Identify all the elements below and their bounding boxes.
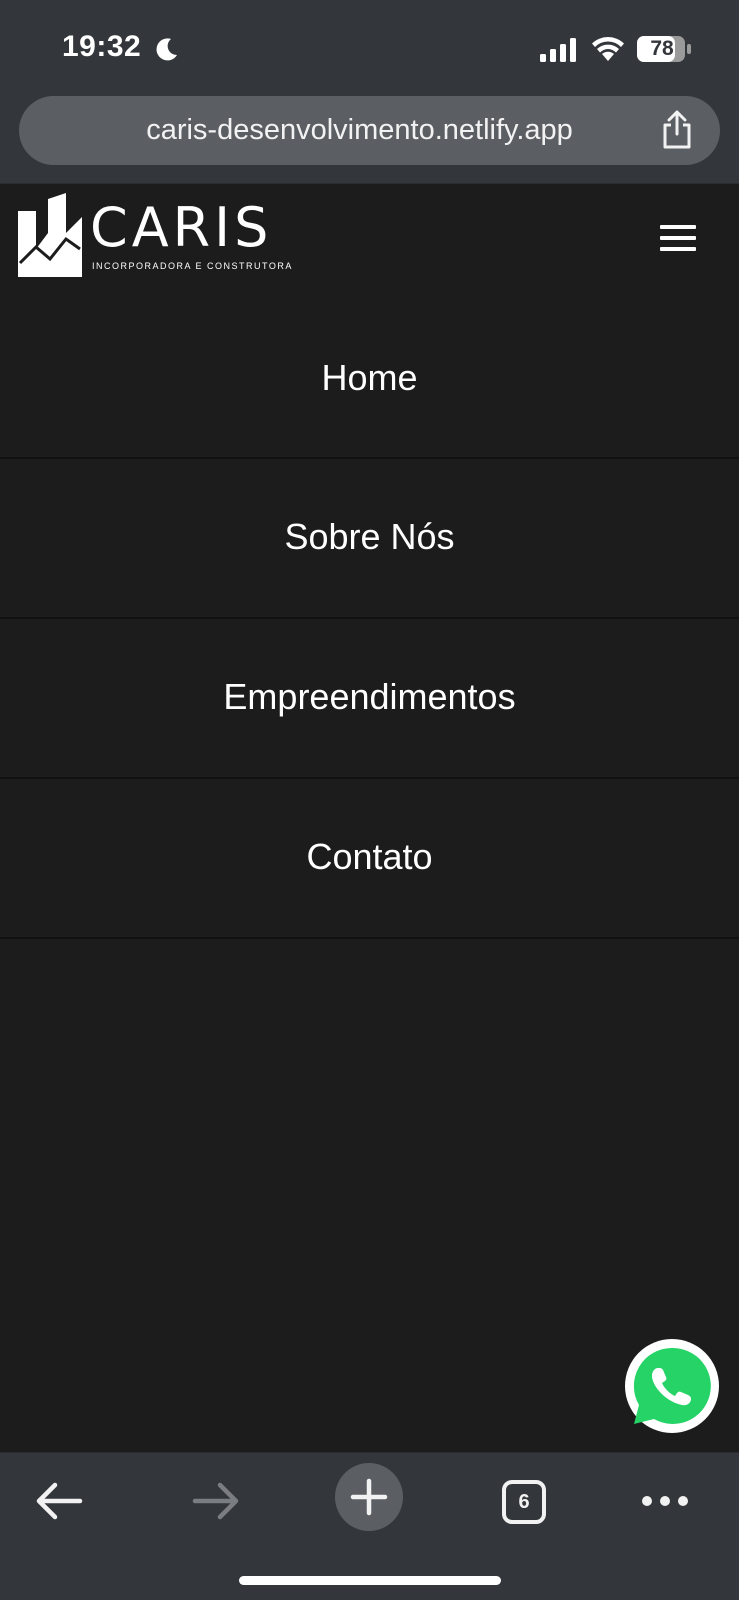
- battery-level: 78: [650, 37, 674, 60]
- whatsapp-icon[interactable]: [624, 1338, 720, 1434]
- new-tab-button[interactable]: [335, 1463, 403, 1531]
- wifi-icon: [592, 37, 624, 61]
- browser-top-bar: 19:32 78 caris-desenvolvimento.netlify.a…: [0, 0, 739, 184]
- nav-menu: Home Sobre Nós Empreendimentos Contato: [0, 293, 739, 939]
- status-time: 19:32: [62, 30, 142, 63]
- forward-button[interactable]: [180, 1471, 250, 1531]
- nav-item-contato[interactable]: Contato: [0, 779, 739, 939]
- plus-icon: [350, 1478, 388, 1516]
- back-arrow-icon: [36, 1482, 83, 1520]
- url-text[interactable]: caris-desenvolvimento.netlify.app: [19, 96, 720, 165]
- nav-item-empreendimentos[interactable]: Empreendimentos: [0, 619, 739, 779]
- tabs-button[interactable]: 6: [490, 1471, 560, 1531]
- url-bar[interactable]: caris-desenvolvimento.netlify.app: [19, 96, 720, 165]
- back-button[interactable]: [25, 1471, 95, 1531]
- home-indicator: [239, 1576, 501, 1585]
- logo-text: CARIS: [90, 196, 273, 259]
- site-header: CARIS INCORPORADORA E CONSTRUTORA: [0, 185, 739, 293]
- hamburger-icon[interactable]: [660, 225, 696, 251]
- nav-item-home[interactable]: Home: [0, 293, 739, 459]
- share-icon[interactable]: [660, 110, 694, 150]
- caris-logo[interactable]: CARIS INCORPORADORA E CONSTRUTORA: [18, 193, 291, 277]
- logo-subtitle: INCORPORADORA E CONSTRUTORA: [92, 261, 293, 271]
- more-button[interactable]: [630, 1471, 700, 1531]
- tabs-icon: 6: [502, 1480, 546, 1524]
- moon-icon: [156, 38, 177, 61]
- nav-item-sobre-nos[interactable]: Sobre Nós: [0, 459, 739, 619]
- status-bar: 19:32 78: [0, 0, 739, 92]
- logo-mark-icon: [18, 193, 82, 277]
- more-dots-icon: [642, 1496, 688, 1506]
- signal-icon: [540, 38, 576, 62]
- forward-arrow-icon: [192, 1482, 239, 1520]
